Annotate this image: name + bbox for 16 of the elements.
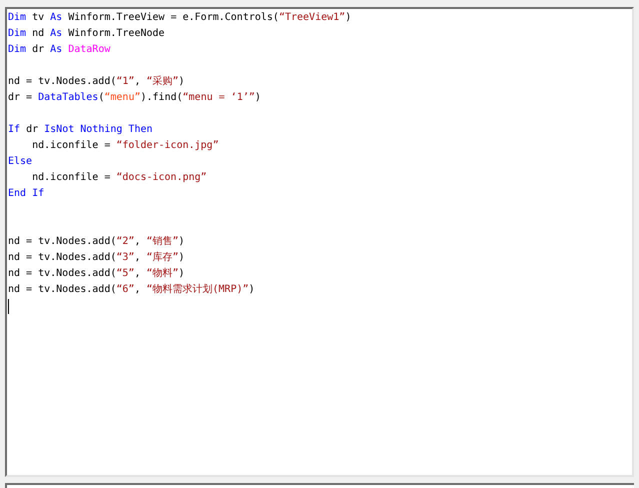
code-line: nd = tv.Nodes.add(“5”, “物料”) <box>8 266 185 281</box>
code-line: If dr IsNot Nothing Then <box>8 123 153 137</box>
code-line: Dim tv As Winform.TreeView = e.Form.Controls(“TreeView1”) <box>8 11 352 25</box>
code-line: nd = tv.Nodes.add(“1”, “采购”) <box>8 74 185 89</box>
code-line: Else <box>8 155 32 169</box>
code-editor[interactable] <box>5 7 634 477</box>
code-line: nd = tv.Nodes.add(“3”, “库存”) <box>8 250 185 265</box>
code-line: nd.iconfile = “folder-icon.jpg” <box>31 139 219 153</box>
code-line: Dim dr As DataRow <box>8 43 110 57</box>
code-line: dr = DataTables(“menu”).find(“menu = ‘1’”) <box>8 91 261 105</box>
code-line: nd = tv.Nodes.add(“6”, “物料需求计划(MRP)”) <box>8 282 255 297</box>
code-line: nd = tv.Nodes.add(“2”, “销售”) <box>8 235 185 249</box>
code-line: Dim nd As Winform.TreeNode <box>8 27 165 41</box>
text-cursor <box>8 299 9 314</box>
code-line: End If <box>8 187 44 201</box>
code-line: nd.iconfile = “docs-icon.png” <box>31 171 207 185</box>
